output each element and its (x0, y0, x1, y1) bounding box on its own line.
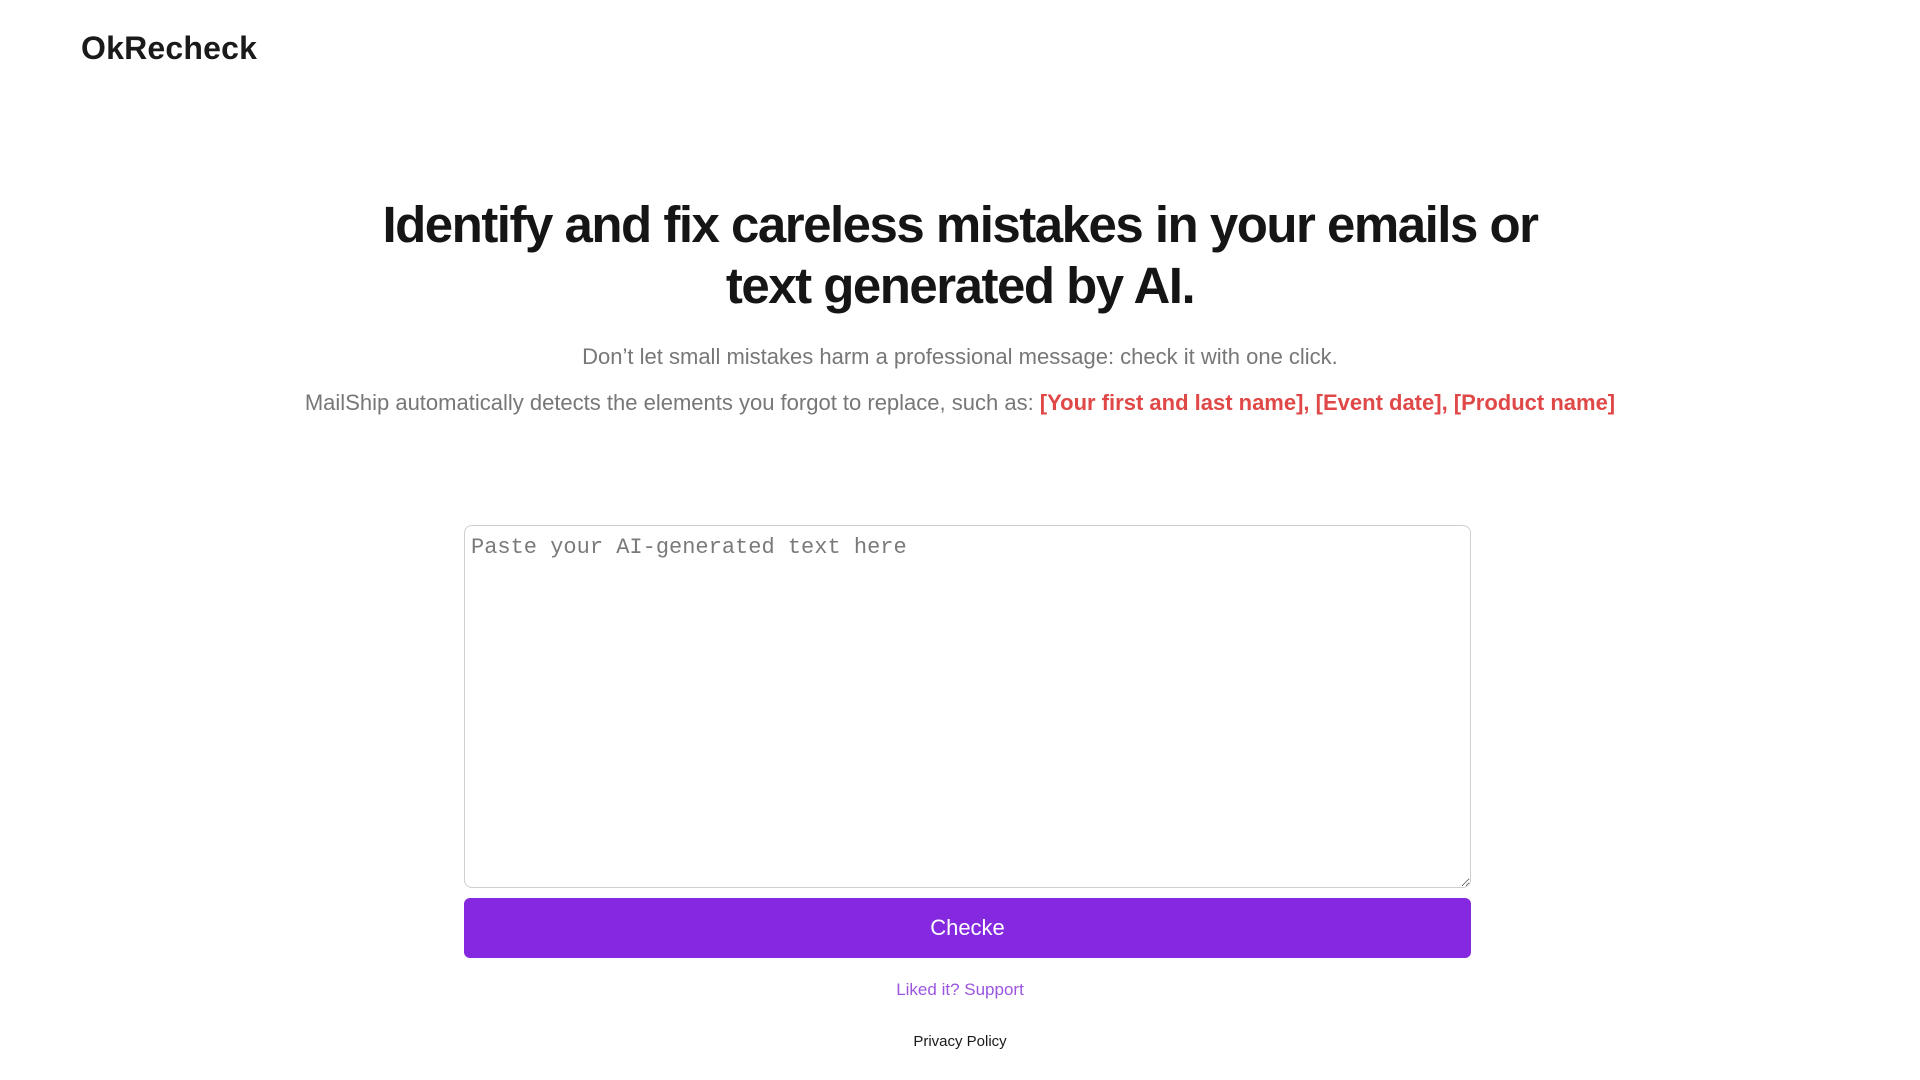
hero-subtitle: Don’t let small mistakes harm a professi… (582, 344, 1338, 369)
page: OkRecheck Identify and fix careless mist… (0, 0, 1920, 1080)
detect-prefix: MailShip automatically detects the eleme… (304, 390, 1040, 415)
support-link[interactable]: Liked it? Support (896, 980, 1024, 999)
placeholder-examples: [Your first and last name], [Event date]… (1039, 390, 1616, 415)
footer: Privacy Policy (0, 1033, 1920, 1050)
text-input[interactable] (464, 525, 1471, 888)
hero-section: Identify and fix careless mistakes in yo… (0, 194, 1920, 418)
detect-description: MailShip automatically detects the eleme… (0, 388, 1920, 418)
privacy-policy-link[interactable]: Privacy Policy (913, 1033, 1006, 1050)
check-button[interactable]: Checke (464, 898, 1471, 958)
support-section: Liked it? Support (0, 980, 1920, 1000)
page-title: Identify and fix careless mistakes in yo… (382, 196, 1539, 314)
check-form: Checke (464, 525, 1471, 958)
brand-logo[interactable]: OkRecheck (81, 30, 257, 67)
